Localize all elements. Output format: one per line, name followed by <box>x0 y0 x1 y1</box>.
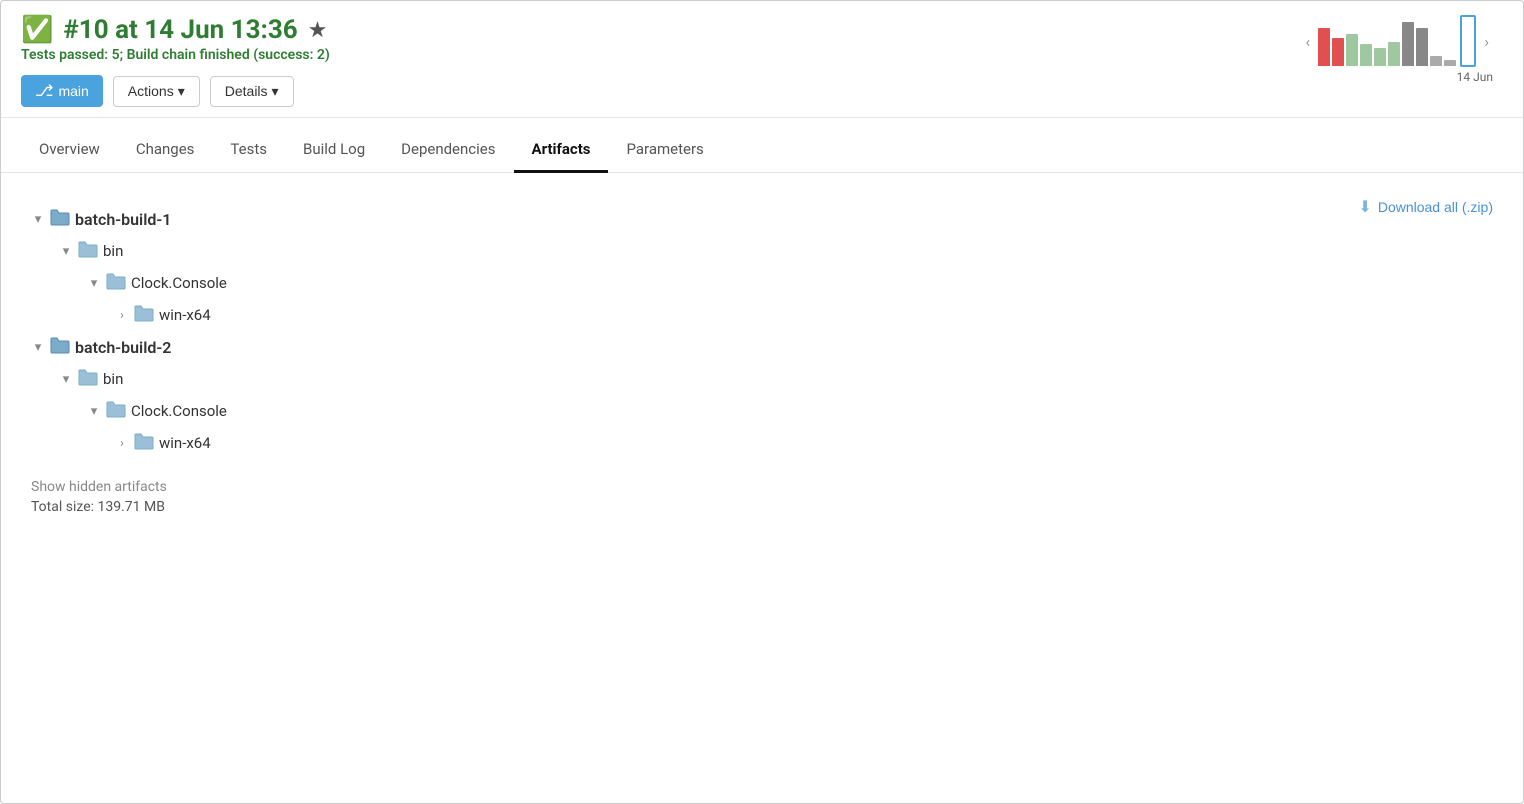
folder-icon <box>134 432 154 454</box>
tree-item-label[interactable]: bin <box>103 370 123 388</box>
actions-chevron-icon: ▾ <box>178 83 185 100</box>
tree-item: ▾ bin <box>59 363 1503 395</box>
chart-date: 14 Jun <box>1457 70 1493 84</box>
folder-icon <box>78 240 98 262</box>
branch-icon: ⎇ <box>35 81 53 101</box>
artifact-tree: ▾ batch-build-1▾ bin▾ Clock.Console› win… <box>31 203 1503 459</box>
chart-bar <box>1444 60 1456 66</box>
tree-item: ▾ Clock.Console <box>87 267 1503 299</box>
tab-artifacts[interactable]: Artifacts <box>514 128 609 173</box>
chart-bar <box>1360 44 1372 66</box>
actions-label: Actions <box>128 83 174 99</box>
chart-bar <box>1416 28 1428 66</box>
tab-tests[interactable]: Tests <box>212 128 285 173</box>
success-check-icon: ✅ <box>21 17 53 43</box>
branch-label: main <box>58 83 88 99</box>
mini-chart: ‹ › 14 Jun <box>1301 15 1493 84</box>
tree-chevron-icon[interactable]: › <box>115 436 129 451</box>
tree-item-label[interactable]: win-x64 <box>159 434 211 452</box>
folder-icon <box>106 272 126 294</box>
tree-item: › win-x64 <box>115 427 1503 459</box>
tree-chevron-icon[interactable]: ▾ <box>31 212 45 227</box>
download-all-button[interactable]: ⬇ Download all (.zip) <box>1358 197 1493 217</box>
tree-chevron-icon[interactable]: ▾ <box>59 372 73 387</box>
chart-bar <box>1388 42 1400 66</box>
details-button[interactable]: Details ▾ <box>210 76 294 107</box>
total-size: Total size: 139.71 MB <box>31 499 1503 515</box>
tree-chevron-icon[interactable]: ▾ <box>87 404 101 419</box>
chart-bar <box>1332 38 1344 66</box>
folder-icon <box>78 368 98 390</box>
branch-button[interactable]: ⎇ main <box>21 75 103 107</box>
chart-bar <box>1430 56 1442 66</box>
folder-icon <box>106 400 126 422</box>
tree-item: ▾ Clock.Console <box>87 395 1503 427</box>
tab-parameters[interactable]: Parameters <box>608 128 721 173</box>
chart-selected-box <box>1460 15 1476 67</box>
build-title: #10 at 14 Jun 13:36 <box>63 15 297 45</box>
tree-item-label[interactable]: batch-build-2 <box>75 338 171 357</box>
folder-icon <box>50 336 70 358</box>
tree-item-label[interactable]: bin <box>103 242 123 260</box>
tree-chevron-icon[interactable]: › <box>115 308 129 323</box>
chart-bar <box>1374 48 1386 66</box>
tree-item-label[interactable]: Clock.Console <box>131 402 227 420</box>
show-hidden-link[interactable]: Show hidden artifacts <box>31 479 1503 495</box>
tab-overview[interactable]: Overview <box>21 128 118 173</box>
actions-button[interactable]: Actions ▾ <box>113 76 200 107</box>
chart-prev-arrow[interactable]: ‹ <box>1301 30 1314 53</box>
star-icon[interactable]: ★ <box>308 18 328 43</box>
tree-chevron-icon[interactable]: ▾ <box>59 244 73 259</box>
tab-dependencies[interactable]: Dependencies <box>383 128 513 173</box>
folder-icon <box>50 208 70 230</box>
tree-item: ▾ bin <box>59 235 1503 267</box>
chart-bar <box>1402 22 1414 66</box>
tree-item: ▾ batch-build-2 <box>31 331 1503 363</box>
tree-chevron-icon[interactable]: ▾ <box>31 340 45 355</box>
tree-item: ▾ batch-build-1 <box>31 203 1503 235</box>
tab-changes[interactable]: Changes <box>118 128 213 173</box>
details-chevron-icon: ▾ <box>272 83 279 100</box>
details-label: Details <box>225 83 268 99</box>
tree-item-label[interactable]: win-x64 <box>159 306 211 324</box>
tabs-nav: OverviewChangesTestsBuild LogDependencie… <box>1 128 1523 173</box>
tab-build-log[interactable]: Build Log <box>285 128 383 173</box>
tree-item: › win-x64 <box>115 299 1503 331</box>
tree-chevron-icon[interactable]: ▾ <box>87 276 101 291</box>
chart-bar <box>1318 28 1330 66</box>
artifacts-content: ⬇ Download all (.zip) ▾ batch-build-1▾ b… <box>1 173 1523 535</box>
build-subtitle: Tests passed: 5; Build chain finished (s… <box>21 47 1503 63</box>
tree-item-label[interactable]: Clock.Console <box>131 274 227 292</box>
tree-item-label[interactable]: batch-build-1 <box>75 210 171 229</box>
chart-next-arrow[interactable]: › <box>1480 30 1493 53</box>
download-icon: ⬇ <box>1358 197 1371 217</box>
download-all-label: Download all (.zip) <box>1378 199 1493 215</box>
chart-bar <box>1346 34 1358 66</box>
folder-icon <box>134 304 154 326</box>
